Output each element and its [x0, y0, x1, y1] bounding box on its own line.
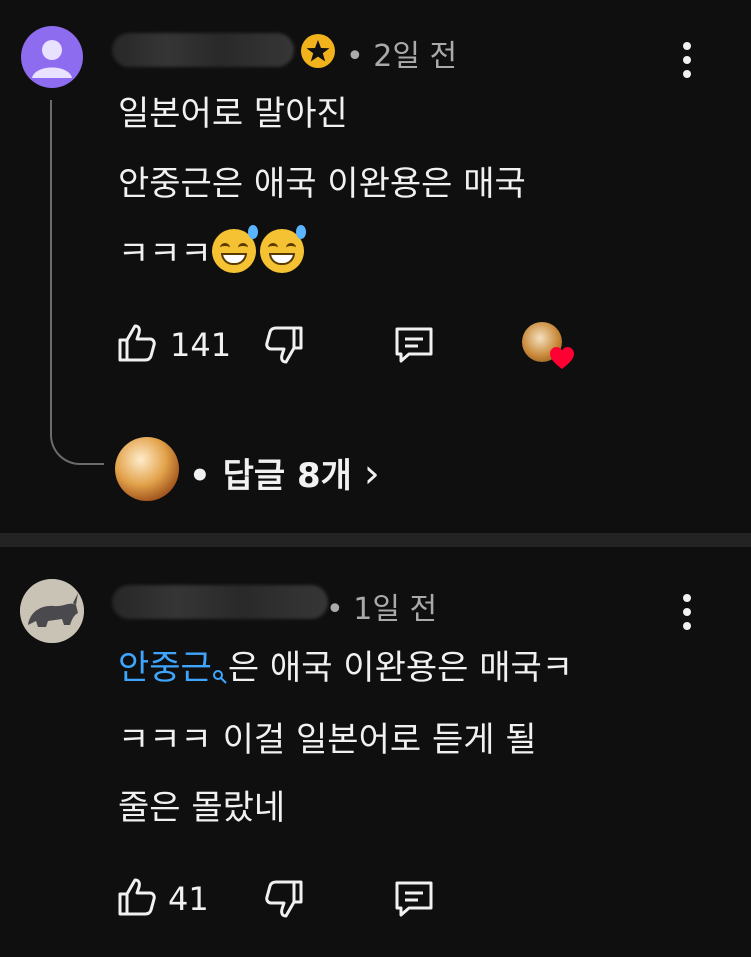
comment-line: 안중근은 애국 이완용은 매국 — [118, 164, 526, 204]
reply-icon[interactable] — [392, 324, 436, 366]
replies-label: • 답글 8개 — [189, 456, 364, 496]
sweat-smile-emoji-icon — [211, 225, 258, 273]
avatar[interactable] — [21, 26, 83, 88]
search-link[interactable]: 안중근 — [118, 648, 228, 688]
avatar[interactable] — [20, 579, 84, 643]
reply-icon[interactable] — [392, 878, 436, 920]
creator-heart-icon — [549, 346, 575, 370]
more-vert-icon[interactable] — [683, 42, 691, 84]
comment-line: ㅋㅋㅋ 이걸 일본어로 듣게 될 — [118, 720, 537, 760]
chevron-right-icon: › — [363, 451, 380, 497]
thumbs-up-icon[interactable] — [116, 876, 158, 918]
replies-button[interactable]: • 답글 8개 › — [189, 448, 380, 497]
divider — [0, 533, 751, 547]
like-count: 41 — [168, 880, 209, 918]
thumbs-down-icon[interactable] — [263, 324, 305, 366]
comment-line: 일본어로 말아진 — [118, 94, 348, 134]
thread-line — [50, 100, 104, 465]
more-vert-icon[interactable] — [683, 594, 691, 636]
like-count: 141 — [170, 326, 232, 364]
comment-line: 안중근 은 애국 이완용은 매국ㅋ — [118, 636, 573, 706]
search-icon — [212, 642, 228, 706]
thumbs-up-icon[interactable] — [116, 322, 158, 364]
comment-line: ㅋㅋㅋ — [118, 222, 308, 286]
comment-line-text: 은 애국 이완용은 매국ㅋ — [227, 648, 574, 688]
comment-time: • 2일 전 — [346, 39, 458, 74]
comment-line: 줄은 몰랐네 — [118, 788, 286, 828]
thumbs-down-icon[interactable] — [263, 878, 305, 920]
comment-time: • 1일 전 — [326, 592, 438, 627]
sweat-smile-emoji-icon — [259, 225, 306, 273]
reply-avatar[interactable] — [115, 437, 179, 501]
star-badge-icon — [300, 33, 336, 69]
search-link-text: 안중근 — [118, 648, 212, 688]
comment-line-text: ㅋㅋㅋ — [118, 234, 212, 274]
username-redacted[interactable] — [112, 33, 294, 67]
username-redacted[interactable] — [112, 585, 328, 619]
